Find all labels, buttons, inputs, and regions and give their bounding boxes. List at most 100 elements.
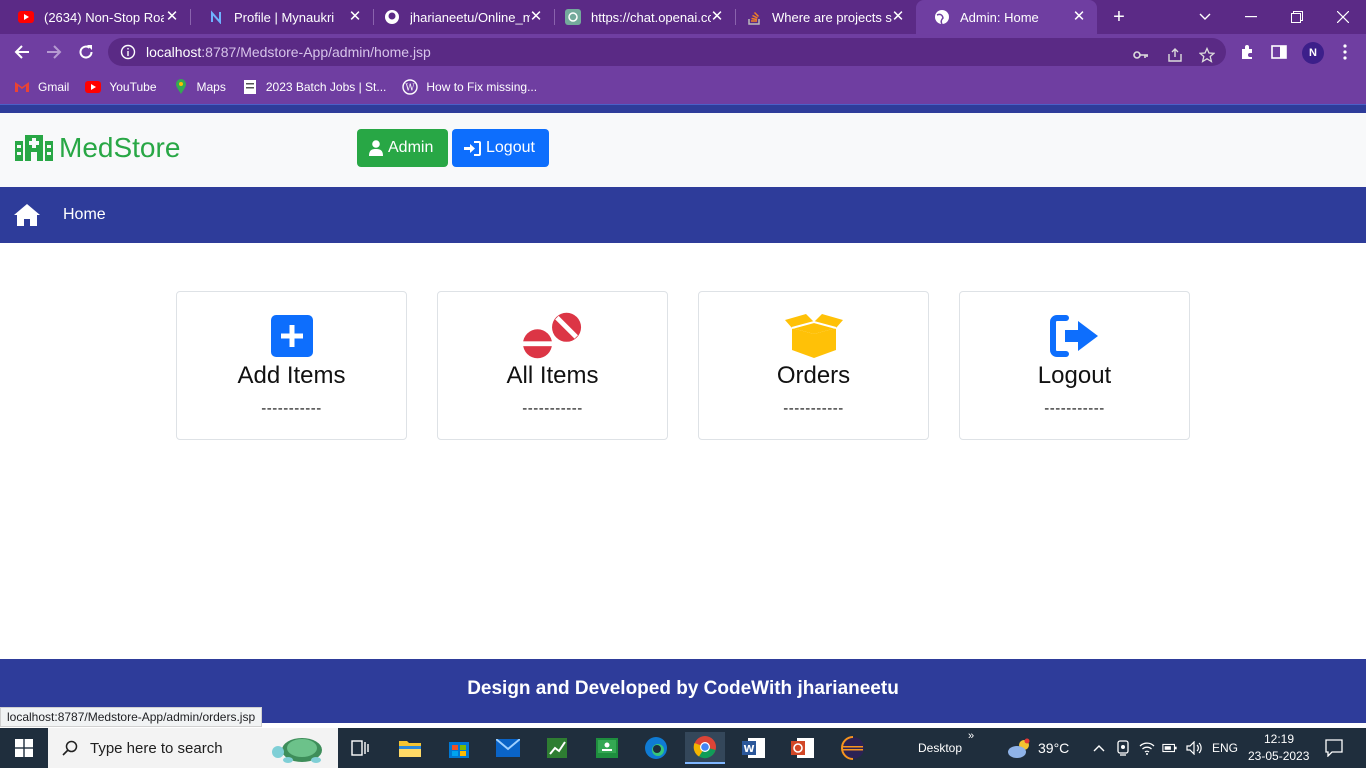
side-panel-icon[interactable]	[1268, 41, 1290, 63]
weather-icon[interactable]	[1006, 738, 1032, 760]
card-title: Logout	[1037, 362, 1112, 389]
share-icon[interactable]	[1166, 46, 1184, 64]
tab-stackoverflow[interactable]: Where are projects sto ✕	[728, 0, 916, 34]
nav-home-link[interactable]: Home	[63, 206, 106, 224]
card-title: Add Items	[237, 362, 346, 389]
address-bar[interactable]: localhost:8787/Medstore-App/admin/home.j…	[108, 38, 1226, 66]
naukri-icon	[208, 9, 224, 25]
bookmark-gmail[interactable]: Gmail	[14, 79, 69, 95]
classroom-icon[interactable]	[587, 732, 627, 764]
globe-icon	[934, 9, 950, 25]
card-orders[interactable]: Orders -----------	[698, 291, 929, 440]
bookmark-label: Maps	[196, 80, 226, 94]
admin-button[interactable]: Admin	[357, 129, 448, 167]
language-indicator[interactable]: ENG	[1212, 741, 1238, 755]
back-icon[interactable]	[10, 40, 34, 64]
tab-title: (2634) Non-Stop Road	[44, 9, 164, 25]
chevron-up-icon[interactable]	[1091, 740, 1107, 756]
gmail-icon	[14, 79, 30, 95]
close-icon[interactable]: ✕	[709, 9, 725, 25]
bookmark-batch-jobs[interactable]: 2023 Batch Jobs | St...	[242, 79, 387, 95]
menu-kebab-icon[interactable]	[1334, 41, 1356, 63]
card-all-items[interactable]: All Items -----------	[437, 291, 668, 440]
logout-button-label: Logout	[486, 139, 535, 156]
url-host: localhost	[146, 44, 202, 60]
temperature[interactable]: 39°C	[1038, 740, 1069, 756]
clock-date[interactable]: 23-05-2023	[1248, 749, 1309, 763]
office-app-icon[interactable]	[783, 732, 823, 764]
minimize-icon[interactable]	[1228, 0, 1274, 34]
card-logout[interactable]: Logout -----------	[959, 291, 1190, 440]
card-subtitle: -----------	[261, 400, 322, 417]
tab-title: Profile | Mynaukri	[234, 9, 335, 25]
volume-icon[interactable]	[1186, 740, 1202, 756]
close-icon[interactable]: ✕	[164, 9, 180, 25]
search-icon	[62, 740, 78, 756]
windows-start-icon[interactable]	[0, 728, 48, 768]
eclipse-icon[interactable]	[833, 732, 873, 764]
card-subtitle: -----------	[522, 400, 583, 417]
svg-text:W: W	[406, 84, 416, 94]
tab-youtube[interactable]: (2634) Non-Stop Road ✕	[0, 0, 190, 34]
bookmarks-bar: Gmail YouTube Maps 2023 Batch Jobs | St.…	[0, 70, 1366, 104]
file-explorer-icon[interactable]	[390, 732, 430, 764]
bookmark-maps[interactable]: Maps	[173, 79, 226, 95]
bookmark-label: Gmail	[38, 80, 70, 94]
close-icon[interactable]: ✕	[528, 9, 544, 25]
close-icon[interactable]: ✕	[347, 9, 363, 25]
chrome-icon[interactable]	[685, 732, 725, 764]
battery-icon[interactable]	[1162, 740, 1178, 756]
extensions-icon[interactable]	[1236, 41, 1258, 63]
task-view-icon[interactable]	[340, 732, 380, 764]
window-close-icon[interactable]	[1320, 0, 1366, 34]
word-icon[interactable]: W	[734, 732, 774, 764]
close-icon[interactable]: ✕	[1071, 9, 1087, 25]
site-info-icon[interactable]	[120, 44, 136, 60]
close-icon[interactable]: ✕	[890, 9, 906, 25]
browser-tab-strip: (2634) Non-Stop Road ✕ Profile | Mynaukr…	[0, 0, 1366, 34]
bookmark-youtube[interactable]: YouTube	[85, 79, 157, 95]
profile-avatar[interactable]: N	[1302, 42, 1324, 64]
card-subtitle: -----------	[783, 400, 844, 417]
tab-search-icon[interactable]	[1182, 0, 1228, 34]
microsoft-store-icon[interactable]	[439, 732, 479, 764]
stackoverflow-icon	[746, 9, 762, 25]
maps-icon	[173, 79, 189, 95]
tab-admin-home[interactable]: Admin: Home ✕	[916, 0, 1097, 34]
windows-taskbar: Type here to search W Desktop » 39°C ENG…	[0, 728, 1366, 768]
tab-title: jharianeetu/Online_me	[410, 9, 530, 25]
forward-icon[interactable]	[42, 40, 66, 64]
reload-icon[interactable]	[74, 40, 98, 64]
restore-icon[interactable]	[1274, 0, 1320, 34]
card-add-items[interactable]: Add Items -----------	[176, 291, 407, 440]
logout-button[interactable]: Logout	[452, 129, 549, 167]
desktop-toolbar-label[interactable]: Desktop	[918, 741, 962, 755]
status-bar-url: localhost:8787/Medstore-App/admin/orders…	[0, 707, 263, 727]
home-icon[interactable]	[14, 203, 40, 227]
bookmark-star-icon[interactable]	[1198, 46, 1216, 64]
turtle-icon	[272, 738, 322, 763]
taskbar-search[interactable]: Type here to search	[48, 728, 338, 768]
key-icon[interactable]	[1132, 46, 1150, 64]
wifi-icon[interactable]	[1139, 740, 1155, 756]
bookmark-label: YouTube	[109, 80, 157, 94]
mail-icon[interactable]	[488, 732, 528, 764]
bookmark-fix-missing[interactable]: W How to Fix missing...	[402, 79, 537, 95]
notification-icon[interactable]	[1325, 739, 1343, 757]
tab-naukri[interactable]: Profile | Mynaukri ✕	[190, 0, 373, 34]
tab-github[interactable]: jharianeetu/Online_me ✕	[366, 0, 554, 34]
new-tab-icon[interactable]: +	[1108, 6, 1130, 28]
bookmark-label: 2023 Batch Jobs | St...	[265, 80, 387, 94]
box-open-icon	[784, 312, 844, 360]
doc-icon	[242, 79, 258, 95]
brand-logo[interactable]: MedStore	[15, 132, 180, 164]
camera-icon[interactable]	[1115, 740, 1131, 756]
user-icon	[369, 140, 383, 156]
chevron-double-icon[interactable]: »	[968, 730, 974, 742]
clock-time[interactable]: 12:19	[1264, 732, 1294, 746]
tab-chatgpt[interactable]: https://chat.openai.co ✕	[547, 0, 735, 34]
chart-app-icon[interactable]	[537, 732, 577, 764]
edge-icon[interactable]	[636, 732, 676, 764]
site-header: MedStore Admin Logout	[0, 113, 1366, 187]
browser-toolbar: localhost:8787/Medstore-App/admin/home.j…	[0, 34, 1366, 70]
